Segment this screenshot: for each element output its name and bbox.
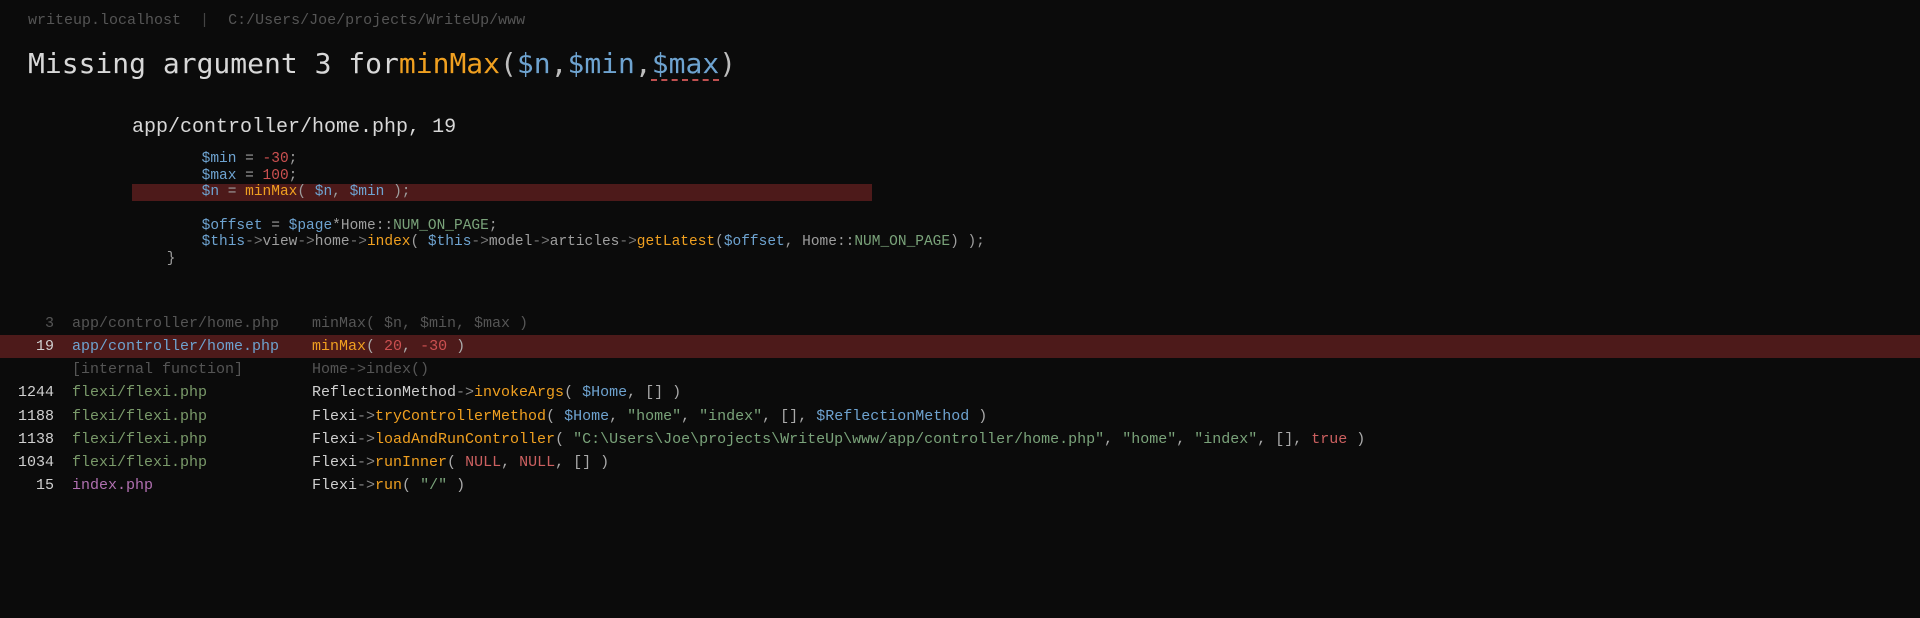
comma: , — [635, 47, 652, 80]
code-line: $this->view->home->index( $this->model->… — [132, 234, 1920, 251]
stack-file: flexi/flexi.php — [72, 405, 312, 428]
stack-row[interactable]: 3app/controller/home.phpminMax( $n, $min… — [0, 312, 1920, 335]
comma: , — [408, 116, 432, 139]
stack-line-number: 1138 — [0, 428, 72, 451]
code-line: $offset = $page*Home::NUM_ON_PAGE; — [132, 218, 1920, 235]
stack-call: ReflectionMethod->invokeArgs( $Home, [] … — [312, 381, 1920, 404]
stack-line-number: 1034 — [0, 451, 72, 474]
stack-file: flexi/flexi.php — [72, 381, 312, 404]
comma: , — [551, 47, 568, 80]
stack-row-selected[interactable]: 19app/controller/home.phpminMax( 20, -30… — [0, 335, 1920, 358]
stack-call: Home->index() — [312, 358, 1920, 381]
code-line: $max = 100; — [132, 168, 1920, 185]
error-arg-3-missing: $max — [652, 47, 719, 80]
stack-call: Flexi->run( "/" ) — [312, 474, 1920, 497]
paren-open: ( — [500, 47, 517, 80]
code-line: } — [132, 251, 1920, 268]
stack-trace: 3app/controller/home.phpminMax( $n, $min… — [0, 312, 1920, 498]
code-line-highlighted: $n = minMax( $n, $min ); — [132, 184, 872, 201]
source-line: 19 — [432, 116, 456, 139]
stack-file: index.php — [72, 474, 312, 497]
stack-file: flexi/flexi.php — [72, 428, 312, 451]
stack-call: Flexi->loadAndRunController( "C:\Users\J… — [312, 428, 1920, 451]
stack-call: minMax( $n, $min, $max ) — [312, 312, 1920, 335]
stack-row[interactable]: 1138flexi/flexi.phpFlexi->loadAndRunCont… — [0, 428, 1920, 451]
breadcrumb-sep: | — [190, 12, 219, 29]
stack-row[interactable]: 1034flexi/flexi.phpFlexi->runInner( NULL… — [0, 451, 1920, 474]
stack-line-number: 1244 — [0, 381, 72, 404]
code-line — [132, 201, 1920, 218]
stack-line-number: 19 — [0, 335, 72, 358]
stack-line-number: 15 — [0, 474, 72, 497]
source-location[interactable]: app/controller/home.php, 19 — [0, 80, 1920, 151]
stack-line-number: 1188 — [0, 405, 72, 428]
stack-file: flexi/flexi.php — [72, 451, 312, 474]
error-title: Missing argument 3 for minMax ( $n , $mi… — [0, 47, 1920, 80]
error-function: minMax — [399, 47, 500, 80]
stack-file: app/controller/home.php — [72, 312, 312, 335]
stack-call: Flexi->runInner( NULL, NULL, [] ) — [312, 451, 1920, 474]
stack-row[interactable]: 1188flexi/flexi.phpFlexi->tryControllerM… — [0, 405, 1920, 428]
paren-close: ) — [719, 47, 736, 80]
stack-row[interactable]: [internal function]Home->index() — [0, 358, 1920, 381]
error-prefix: Missing argument 3 for — [28, 47, 399, 80]
stack-file: app/controller/home.php — [72, 335, 312, 358]
breadcrumb: writeup.localhost | C:/Users/Joe/project… — [0, 0, 1920, 47]
breadcrumb-path: C:/Users/Joe/projects/WriteUp/www — [228, 12, 525, 29]
stack-call: Flexi->tryControllerMethod( $Home, "home… — [312, 405, 1920, 428]
source-file: app/controller/home.php — [132, 116, 408, 139]
code-excerpt: $min = -30; $max = 100; $n = minMax( $n,… — [0, 151, 1920, 268]
code-line: $min = -30; — [132, 151, 1920, 168]
stack-line-number: 3 — [0, 312, 72, 335]
stack-row[interactable]: 1244flexi/flexi.phpReflectionMethod->inv… — [0, 381, 1920, 404]
error-arg-1: $n — [517, 47, 551, 80]
stack-row[interactable]: 15index.phpFlexi->run( "/" ) — [0, 474, 1920, 497]
breadcrumb-host: writeup.localhost — [28, 12, 181, 29]
stack-call: minMax( 20, -30 ) — [312, 335, 1920, 358]
stack-file: [internal function] — [72, 358, 312, 381]
error-arg-2: $min — [567, 47, 634, 80]
